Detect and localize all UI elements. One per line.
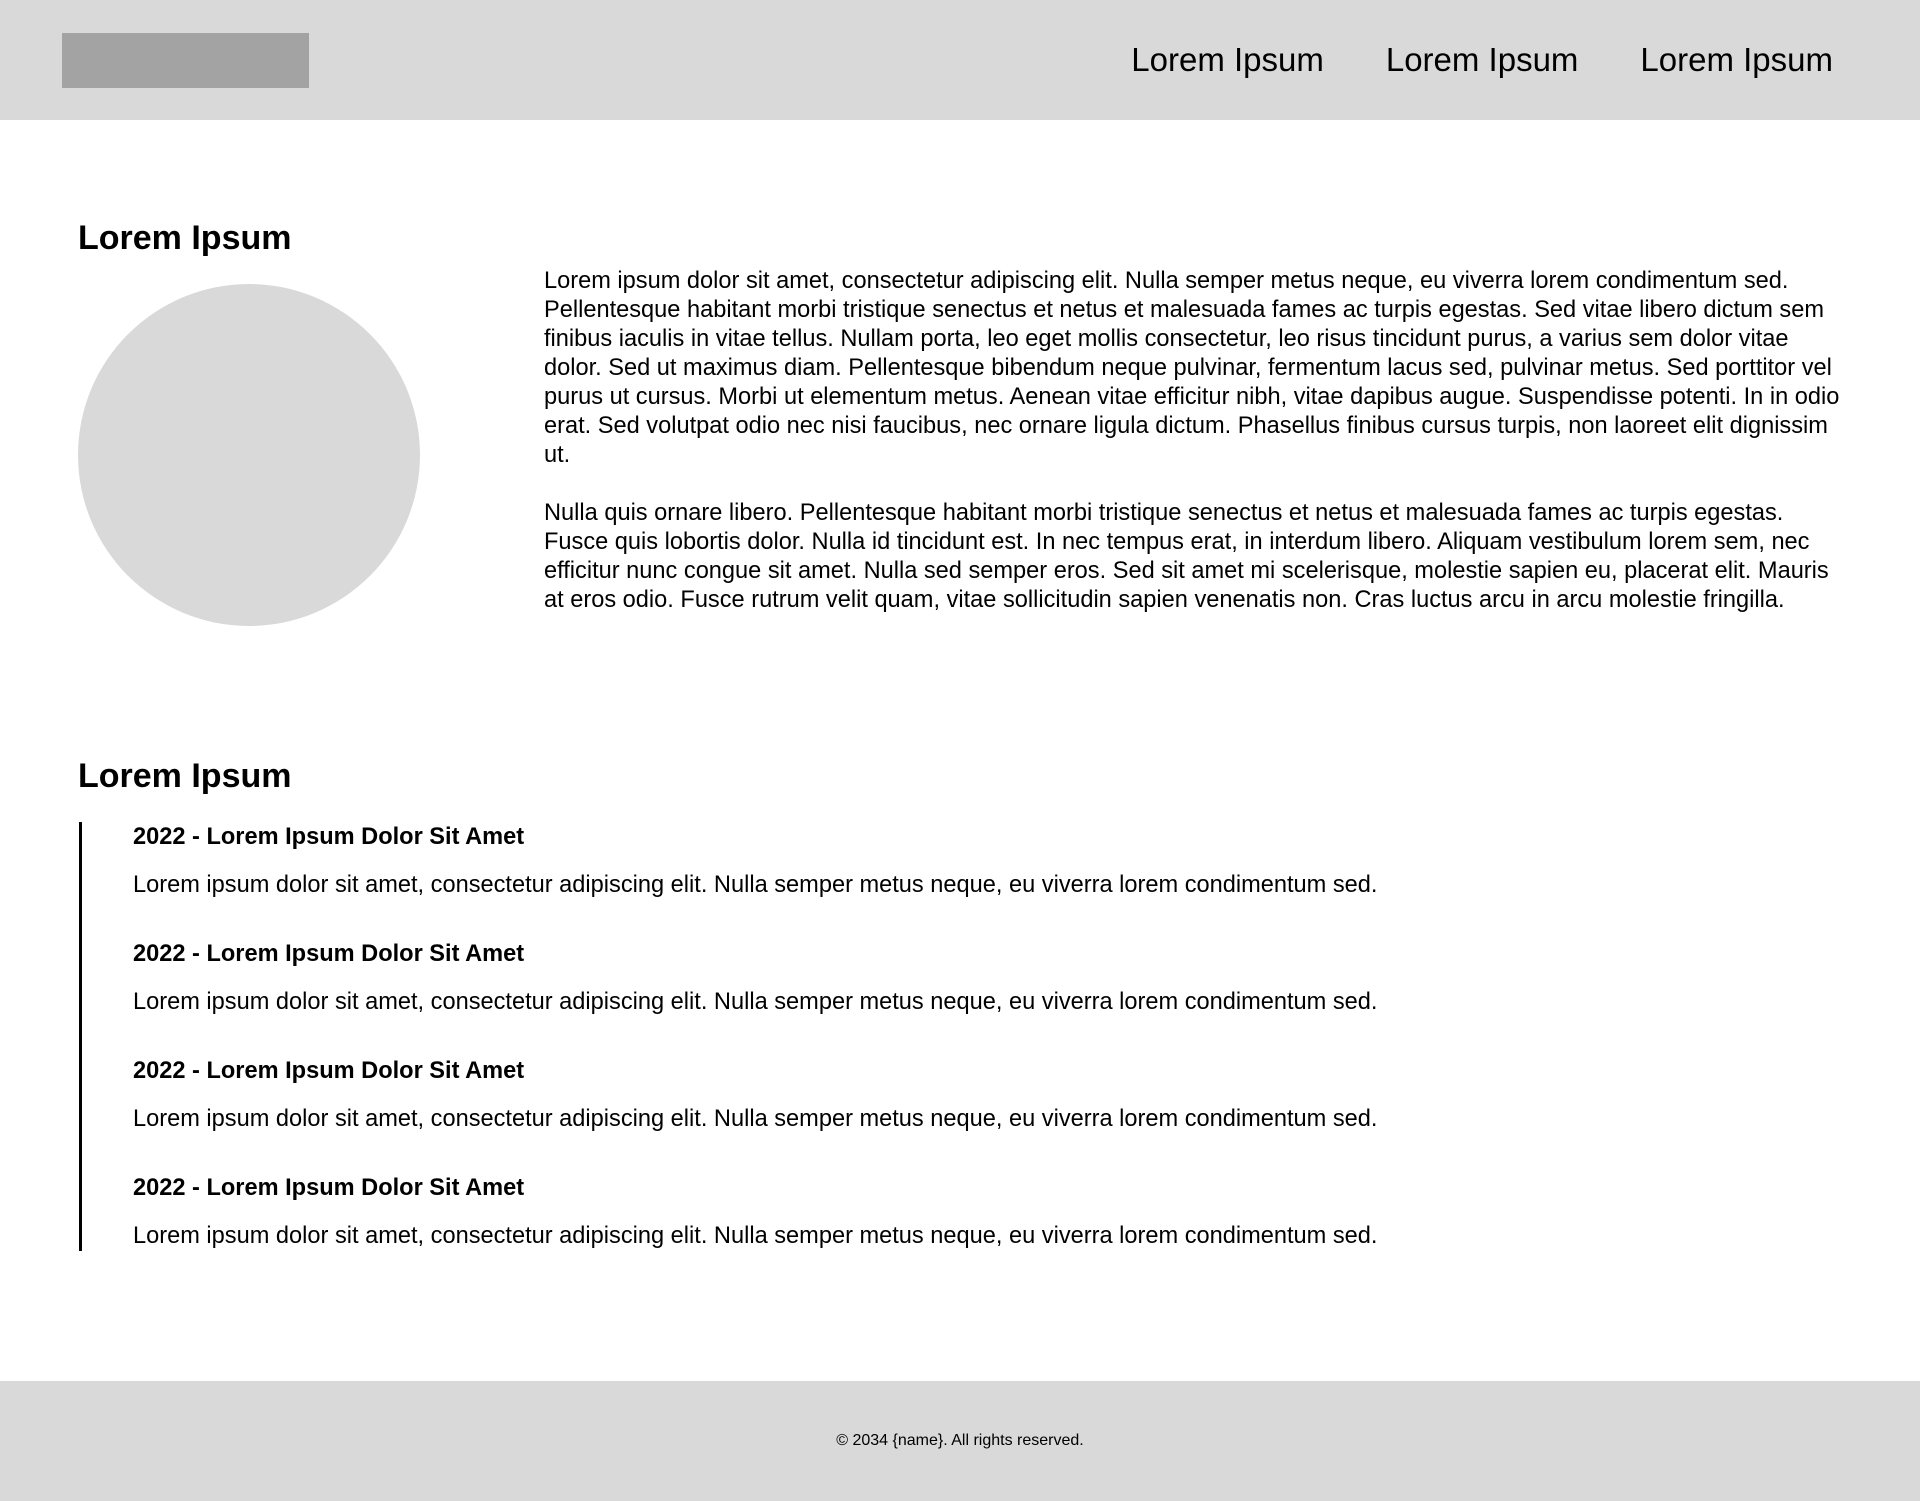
timeline-entry-description: Lorem ipsum dolor sit amet, consectetur …	[133, 989, 1378, 1015]
timeline-entry: 2022 - Lorem Ipsum Dolor Sit Amet Lorem …	[133, 1173, 1733, 1251]
timeline-entry: 2022 - Lorem Ipsum Dolor Sit Amet Lorem …	[133, 1056, 1733, 1134]
timeline-entry-description: Lorem ipsum dolor sit amet, consectetur …	[133, 872, 1378, 898]
nav-link-3[interactable]: Lorem Ipsum	[1640, 38, 1833, 82]
about-paragraph: Nulla quis ornare libero. Pellentesque h…	[544, 500, 1829, 613]
page: Lorem Ipsum Lorem Ipsum Lorem Ipsum Lore…	[0, 0, 1920, 1501]
timeline-entry-title: 2022 - Lorem Ipsum Dolor Sit Amet	[133, 1058, 525, 1084]
avatar-placeholder	[78, 284, 420, 626]
timeline-entry-title: 2022 - Lorem Ipsum Dolor Sit Amet	[133, 941, 525, 967]
about-text: Lorem ipsum dolor sit amet, consectetur …	[544, 267, 1844, 615]
main-nav: Lorem Ipsum Lorem Ipsum Lorem Ipsum	[1131, 38, 1833, 82]
site-header: Lorem Ipsum Lorem Ipsum Lorem Ipsum	[0, 0, 1920, 120]
timeline-entry-title: 2022 - Lorem Ipsum Dolor Sit Amet	[133, 824, 525, 850]
timeline-title: Lorem Ipsum	[78, 757, 292, 795]
timeline-entry-title: 2022 - Lorem Ipsum Dolor Sit Amet	[133, 1175, 525, 1201]
timeline-entry: 2022 - Lorem Ipsum Dolor Sit Amet Lorem …	[133, 939, 1733, 1017]
timeline: 2022 - Lorem Ipsum Dolor Sit Amet Lorem …	[79, 822, 1779, 1251]
copyright-text: © 2034 {name}. All rights reserved.	[836, 1432, 1084, 1449]
nav-link-1[interactable]: Lorem Ipsum	[1131, 38, 1324, 82]
about-title: Lorem Ipsum	[78, 219, 292, 257]
site-footer: © 2034 {name}. All rights reserved.	[0, 1381, 1920, 1501]
timeline-entry: 2022 - Lorem Ipsum Dolor Sit Amet Lorem …	[133, 822, 1733, 900]
about-paragraph: Lorem ipsum dolor sit amet, consectetur …	[544, 268, 1840, 468]
timeline-entry-description: Lorem ipsum dolor sit amet, consectetur …	[133, 1223, 1378, 1249]
timeline-entry-description: Lorem ipsum dolor sit amet, consectetur …	[133, 1106, 1378, 1132]
nav-link-2[interactable]: Lorem Ipsum	[1386, 38, 1579, 82]
logo-placeholder[interactable]	[62, 33, 309, 88]
